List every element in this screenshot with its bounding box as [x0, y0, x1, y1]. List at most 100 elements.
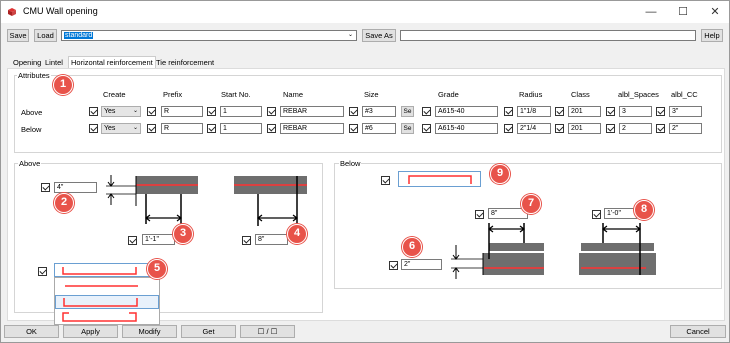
minimize-icon[interactable]: —: [639, 3, 663, 21]
arrow-icon: [107, 193, 115, 205]
cancel-button[interactable]: Cancel: [670, 325, 726, 338]
name-checkbox[interactable]: [267, 107, 276, 116]
above-dist1-input[interactable]: 1'-1": [142, 234, 175, 245]
callout-badge: 8: [634, 200, 654, 220]
prefix-checkbox[interactable]: [147, 124, 156, 133]
size-input[interactable]: #3: [362, 106, 396, 117]
callout-badge: 9: [490, 164, 510, 184]
radius-checkbox[interactable]: [504, 107, 513, 116]
above-dist2-input[interactable]: 8": [255, 234, 288, 245]
shape-option-closed[interactable]: [55, 310, 159, 324]
chevron-down-icon: ⌄: [132, 125, 138, 131]
help-button[interactable]: Help: [701, 29, 723, 42]
cc-input[interactable]: 2": [669, 123, 702, 134]
grade-checkbox[interactable]: [422, 124, 431, 133]
start-no-checkbox[interactable]: [207, 124, 216, 133]
radius-checkbox[interactable]: [504, 124, 513, 133]
size-input[interactable]: #6: [362, 123, 396, 134]
maximize-icon[interactable]: ☐: [671, 3, 695, 21]
above-offset-input[interactable]: 4": [54, 182, 97, 193]
prefix-checkbox[interactable]: [147, 107, 156, 116]
ok-button[interactable]: OK: [4, 325, 59, 338]
class-input[interactable]: 201: [568, 123, 601, 134]
create-checkbox[interactable]: [89, 107, 98, 116]
callout-badge: 5: [147, 259, 167, 279]
attributes-group-label: Attributes: [17, 71, 51, 80]
above-offset-checkbox[interactable]: [41, 183, 50, 192]
modify-button[interactable]: Modify: [122, 325, 177, 338]
prefix-input[interactable]: R: [161, 106, 203, 117]
u-bar-shape-icon: [62, 267, 137, 275]
create-select[interactable]: Yes ⌄: [101, 123, 141, 134]
load-button[interactable]: Load: [34, 29, 57, 42]
class-input[interactable]: 201: [568, 106, 601, 117]
below-offset-checkbox[interactable]: [389, 261, 398, 270]
preset-select[interactable]: standard ⌄: [61, 30, 357, 41]
create-select-value: Yes: [104, 125, 116, 132]
save-as-button[interactable]: Save As: [362, 29, 396, 42]
start-no-checkbox[interactable]: [207, 107, 216, 116]
size-select-button[interactable]: Se: [401, 123, 414, 134]
window-title: CMU Wall opening: [23, 6, 98, 16]
prefix-input[interactable]: R: [161, 123, 203, 134]
size-select-button[interactable]: Se: [401, 106, 414, 117]
shape-option-u-bar[interactable]: [55, 295, 159, 309]
grade-input[interactable]: A615-40: [435, 106, 498, 117]
size-checkbox[interactable]: [349, 107, 358, 116]
callout-badge: 7: [521, 194, 541, 214]
cc-checkbox[interactable]: [656, 107, 665, 116]
spaces-checkbox[interactable]: [606, 124, 615, 133]
grade-input[interactable]: A615-40: [435, 123, 498, 134]
above-dist1-checkbox[interactable]: [128, 236, 137, 245]
spaces-input[interactable]: 3: [619, 106, 652, 117]
grade-checkbox[interactable]: [422, 107, 431, 116]
name-checkbox[interactable]: [267, 124, 276, 133]
callout-badge: 2: [54, 193, 74, 213]
below-dist2-checkbox[interactable]: [592, 210, 601, 219]
apply-button[interactable]: Apply: [63, 325, 118, 338]
start-no-input[interactable]: 1: [220, 106, 262, 117]
create-select[interactable]: Yes ⌄: [101, 106, 141, 117]
name-input[interactable]: REBAR: [280, 106, 344, 117]
save-button[interactable]: Save: [7, 29, 29, 42]
spaces-input[interactable]: 2: [619, 123, 652, 134]
get-button[interactable]: Get: [181, 325, 236, 338]
below-group-label: Below: [339, 159, 362, 168]
tab-lintel[interactable]: Lintel: [43, 57, 65, 68]
arrow-icon: [257, 214, 298, 222]
class-checkbox[interactable]: [555, 107, 564, 116]
cc-input[interactable]: 3": [669, 106, 702, 117]
create-checkbox[interactable]: [89, 124, 98, 133]
start-no-input[interactable]: 1: [220, 123, 262, 134]
create-select-value: Yes: [104, 108, 116, 115]
header-create: Create: [103, 90, 126, 99]
radius-input[interactable]: 2"1/4: [517, 123, 551, 134]
below-offset-input[interactable]: 2": [401, 259, 442, 270]
below-dist1-checkbox[interactable]: [475, 210, 484, 219]
radius-input[interactable]: 1"1/8: [517, 106, 551, 117]
below-shape-select[interactable]: [398, 171, 481, 187]
shape-option-straight[interactable]: [55, 280, 159, 292]
tab-tie-reinforcement[interactable]: Tie reinforcement: [154, 57, 216, 68]
u-bar-shape-icon: [408, 175, 472, 184]
toggle-checkboxes-button[interactable]: ☐ / ☐: [240, 325, 295, 338]
close-icon[interactable]: ✕: [703, 3, 727, 21]
above-shape-select[interactable]: [54, 263, 160, 277]
header-size: Size: [364, 90, 379, 99]
above-group-label: Above: [18, 159, 42, 168]
below-shape-checkbox[interactable]: [381, 176, 390, 185]
above-dist2-checkbox[interactable]: [242, 236, 251, 245]
save-as-name-input[interactable]: [400, 30, 696, 41]
cc-checkbox[interactable]: [656, 124, 665, 133]
tab-opening[interactable]: Opening: [11, 57, 43, 68]
spaces-checkbox[interactable]: [606, 107, 615, 116]
arrow-icon: [602, 225, 641, 233]
above-shape-checkbox[interactable]: [38, 267, 47, 276]
straight-bar-shape-icon: [65, 285, 138, 287]
size-checkbox[interactable]: [349, 124, 358, 133]
name-input[interactable]: REBAR: [280, 123, 344, 134]
below-dist2-input[interactable]: 1'-0": [604, 208, 637, 219]
class-checkbox[interactable]: [555, 124, 564, 133]
title-bar: CMU Wall opening — ☐ ✕: [1, 1, 729, 23]
header-grade: Grade: [438, 90, 459, 99]
